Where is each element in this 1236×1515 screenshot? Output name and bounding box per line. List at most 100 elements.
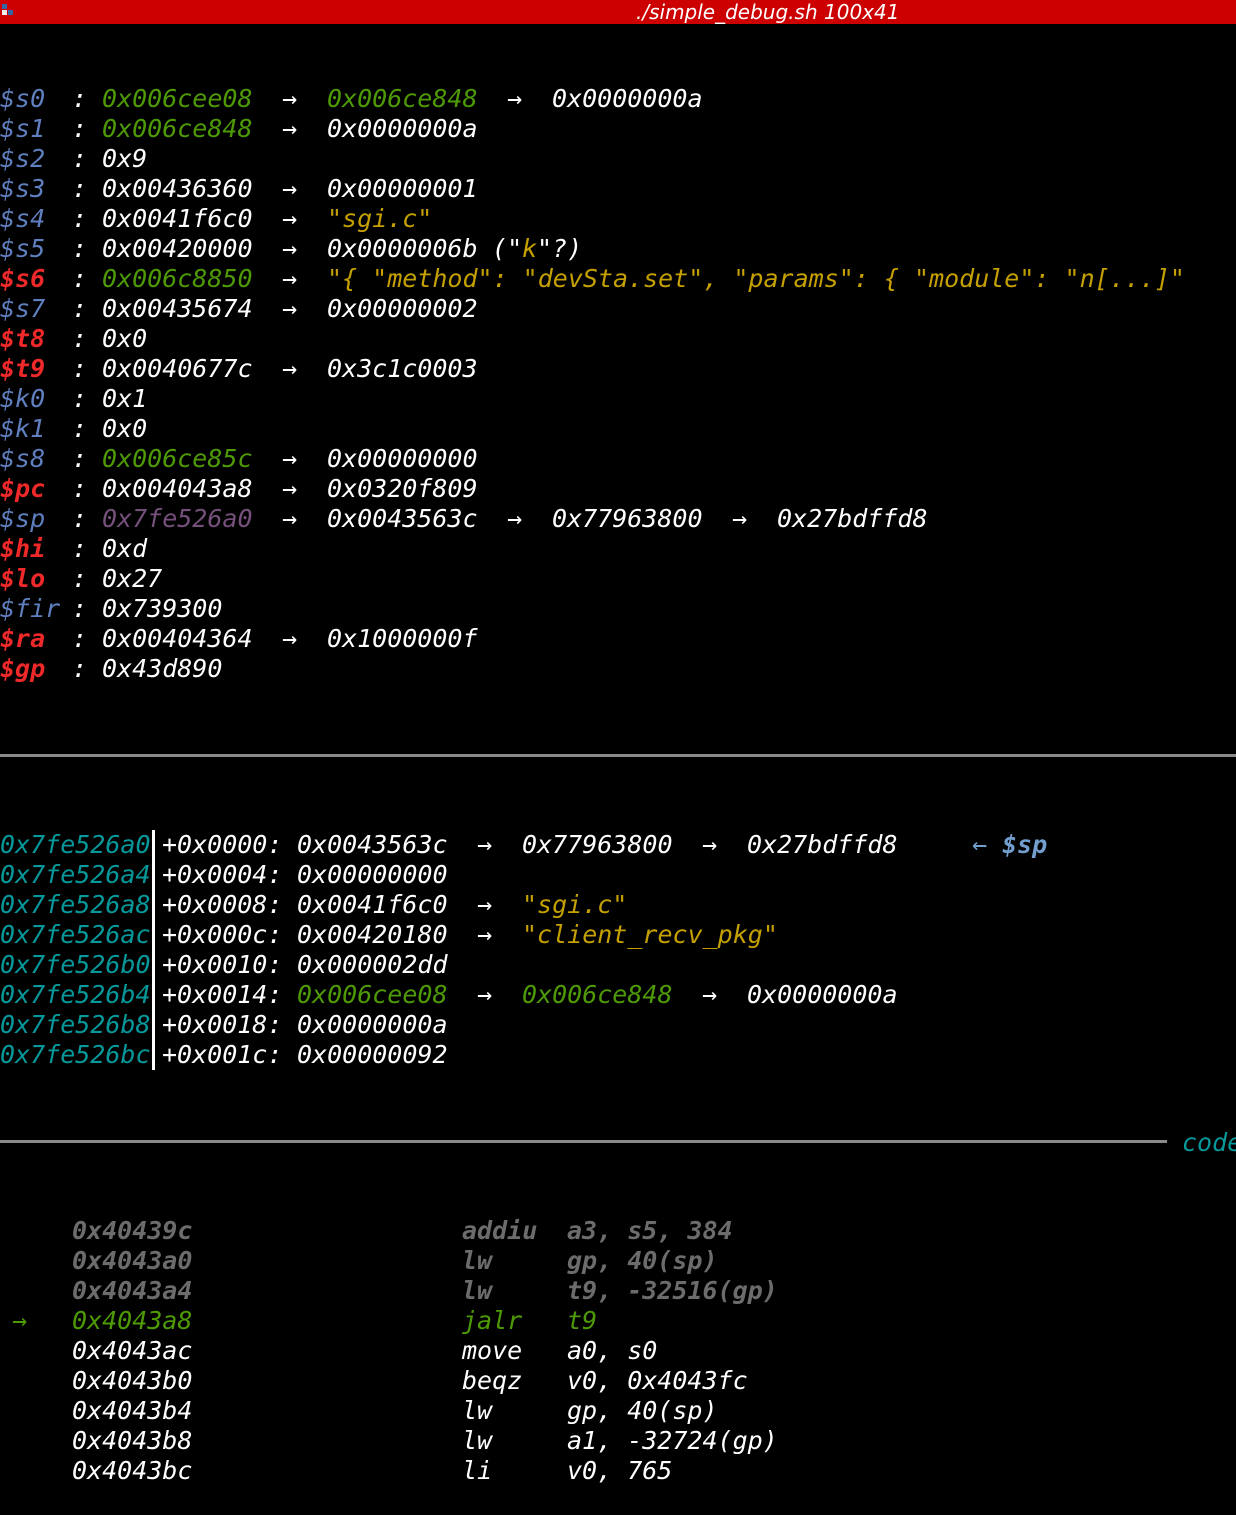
register-value: 0x0040677c (102, 354, 253, 383)
register-separator: : (72, 384, 88, 413)
deref-arrow: → (702, 830, 718, 859)
stack-address: 0x7fe526b0 (0, 950, 151, 979)
stack-offset: +0x0008: (162, 890, 283, 919)
stack-offset: +0x0018: (162, 1010, 283, 1039)
register-row: $s7:0x00435674 0x00000002 → (0, 294, 1236, 324)
register-value: 0x0000000a (552, 84, 703, 113)
code-row: 0x4043bc li v0, 765 (0, 1456, 1236, 1486)
stack-offset: +0x0014: (162, 980, 283, 1009)
register-separator: : (72, 444, 88, 473)
register-value: 0x00436360 (102, 174, 253, 203)
register-row: $t9:0x0040677c 0x3c1c0003 → (0, 354, 1236, 384)
instruction-address: 0x4043ac (72, 1336, 193, 1365)
register-separator: : (72, 654, 88, 683)
register-row: $s4:0x0041f6c0 "sgi.c" → (0, 204, 1236, 234)
deref-arrow: → (282, 234, 298, 263)
register-value: 0x0 (102, 324, 148, 353)
register-row: $t8:0x0 (0, 324, 1236, 354)
current-instruction-arrow: → (12, 1306, 28, 1335)
stack-value: "client_recv_pkg" (522, 920, 778, 949)
register-separator: : (72, 354, 88, 383)
register-value: 0x27bdffd8 (777, 504, 928, 533)
register-row: $sp:0x7fe526a0 0x0043563c → 0x77963800 → 0x27… (0, 504, 1236, 534)
deref-arrow: → (477, 830, 493, 859)
stack-value: 0x0041f6c0 (297, 890, 448, 919)
register-value: 0x739300 (102, 594, 223, 623)
stack-address: 0x7fe526ac (0, 920, 151, 949)
register-name: $pc (0, 474, 46, 503)
register-name: $s8 (0, 444, 46, 473)
instruction-operands: t9, -32516(gp) (567, 1276, 778, 1305)
stack-value: "sgi.c" (522, 890, 628, 919)
register-separator: : (72, 174, 88, 203)
register-value: 0x9 (102, 144, 148, 173)
stack-address: 0x7fe526b4 (0, 980, 151, 1009)
code-panel: 0x40439c addiu a3, s5, 384 0x4043a0 lw gp, 40… (0, 1216, 1236, 1486)
register-row: $ra:0x00404364 0x1000000f → (0, 624, 1236, 654)
instruction-operands: a3, s5, 384 (567, 1216, 733, 1245)
window-titlebar: ./simple_debug.sh 100x41 (0, 0, 1236, 24)
instruction-address: 0x4043a4 (72, 1276, 193, 1305)
stack-divider (152, 950, 155, 980)
register-value: 0x3c1c0003 (327, 354, 478, 383)
register-row: $s0:0x006cee08 0x006ce848 → 0x0000000a → (0, 84, 1236, 114)
register-value: 0x00420000 (102, 234, 253, 263)
register-name: $s6 (0, 264, 46, 293)
instruction-address: 0x4043a8 (72, 1306, 193, 1335)
deref-arrow: → (702, 980, 718, 1009)
register-separator: : (72, 414, 88, 443)
deref-arrow: → (732, 504, 748, 533)
code-row: 0x4043a0 lw gp, 40(sp) (0, 1246, 1236, 1276)
register-value: 0x0320f809 (327, 474, 478, 503)
register-name: $t9 (0, 354, 46, 383)
window-title: ./simple_debug.sh 100x41 (636, 0, 900, 24)
register-row: $s6:0x006c8850 "{ "method": "devSta.set",… (0, 264, 1236, 294)
register-row: $s3:0x00436360 0x00000001 → (0, 174, 1236, 204)
register-value: 0x0043563c (327, 504, 478, 533)
instruction-operands: v0, 765 (567, 1456, 673, 1485)
register-value: 0x00000001 (327, 174, 478, 203)
instruction-operands: gp, 40(sp) (567, 1396, 718, 1425)
sp-marker-arrow: ← (972, 830, 988, 859)
stack-panel: 0x7fe526a0 +0x0000: 0x0043563c 0x77963800 → 0… (0, 830, 1236, 1070)
stack-divider (152, 890, 155, 920)
instruction-address: 0x4043b8 (72, 1426, 193, 1455)
register-name: $gp (0, 654, 46, 683)
register-name: $s5 (0, 234, 46, 263)
register-suffix: "?) (537, 234, 583, 263)
register-separator: : (72, 294, 88, 323)
register-row: $s5:0x00420000 0x0000006b → (" k "?) (0, 234, 1236, 264)
instruction-mnemonic: jalr (462, 1306, 523, 1335)
instruction-operands: t9 (567, 1306, 598, 1335)
stack-value: 0x00000092 (297, 1040, 448, 1069)
register-name: $s4 (0, 204, 46, 233)
deref-arrow: → (282, 174, 298, 203)
register-separator: : (72, 204, 88, 233)
code-separator: code (0, 1128, 1236, 1158)
register-row: $fir:0x739300 (0, 594, 1236, 624)
register-separator: : (72, 264, 88, 293)
register-value: 0x006c8850 (102, 264, 253, 293)
sp-marker-label: $sp (1002, 830, 1048, 859)
register-value: 0x006ce848 (102, 114, 253, 143)
register-value: 0x1000000f (327, 624, 478, 653)
register-value: 0x00000002 (327, 294, 478, 323)
stack-divider (152, 830, 155, 860)
terminal-app-icon[interactable] (2, 4, 13, 15)
register-value: 0x006ce85c (102, 444, 253, 473)
register-value: 0x00435674 (102, 294, 253, 323)
instruction-mnemonic: lw (462, 1396, 493, 1425)
register-separator: : (72, 534, 88, 563)
register-value: 0x77963800 (552, 504, 703, 533)
register-value: 0x7fe526a0 (102, 504, 253, 533)
stack-value: 0x006cee08 (297, 980, 448, 1009)
stack-address: 0x7fe526a8 (0, 890, 151, 919)
registers-panel: $s0:0x006cee08 0x006ce848 → 0x0000000a → $s1:… (0, 84, 1236, 684)
deref-arrow: → (282, 624, 298, 653)
stack-row: 0x7fe526a0 +0x0000: 0x0043563c 0x77963800 → 0… (0, 830, 1236, 860)
stack-divider (152, 1010, 155, 1040)
deref-arrow: → (477, 920, 493, 949)
stack-offset: +0x0004: (162, 860, 283, 889)
register-separator: : (72, 624, 88, 653)
stack-address: 0x7fe526b8 (0, 1010, 151, 1039)
